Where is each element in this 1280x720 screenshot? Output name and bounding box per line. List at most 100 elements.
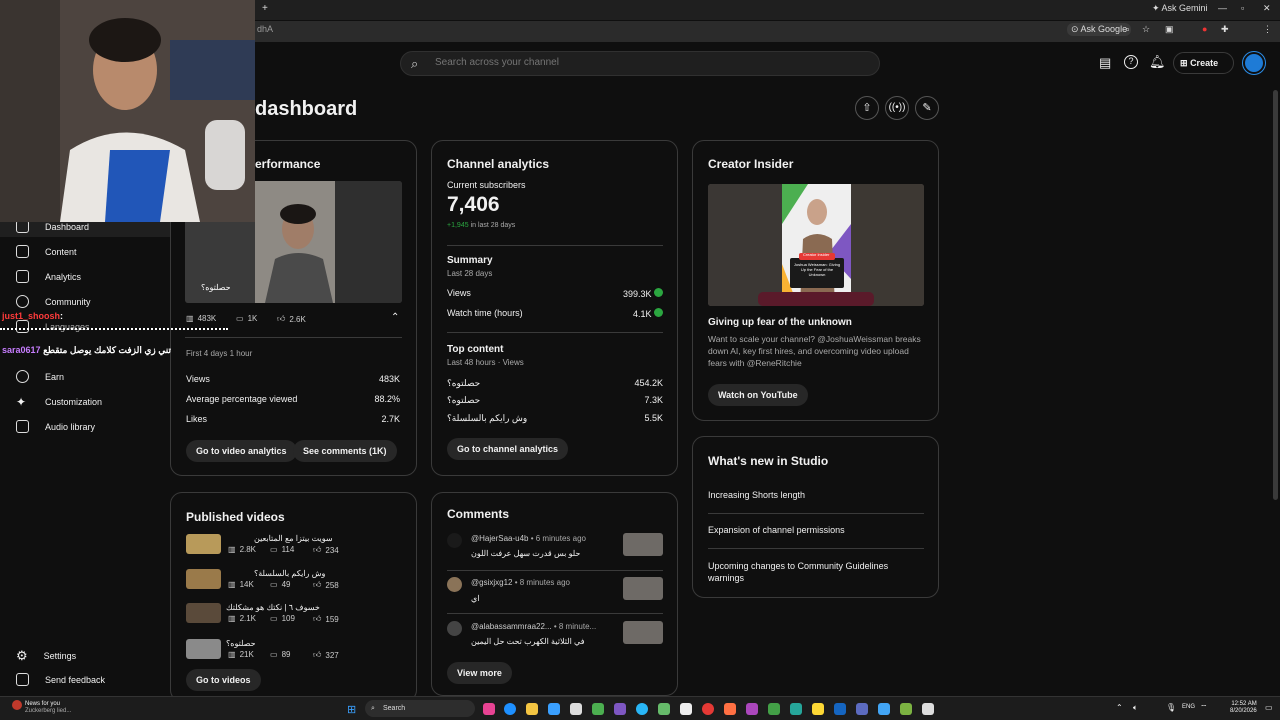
sidebar-item-community[interactable]: Community [16,295,91,308]
watch-on-youtube-button[interactable]: Watch on YouTube [708,384,808,406]
stat-value: 2.8K [239,545,257,554]
scrollbar-thumb[interactable] [1273,90,1278,500]
go-to-channel-analytics-button[interactable]: Go to channel analytics [447,438,569,460]
list-item[interactable]: @HajerSaa-u4b • 6 minutes ago حلو بس قدر… [447,533,663,563]
help-icon[interactable]: ? [1124,55,1138,69]
discord-icon[interactable] [856,703,868,715]
app-icon[interactable] [702,703,714,715]
minecraft-icon[interactable] [768,703,780,715]
view-more-button[interactable]: View more [447,662,512,684]
xbox-icon[interactable] [592,703,604,715]
clock[interactable]: 12:52 AM 8/20/2026 [1230,701,1257,715]
minimize-icon[interactable]: — [1218,3,1227,13]
create-post-icon[interactable]: ✎ [915,96,939,120]
windows-start-icon[interactable]: ⊞ [347,703,356,716]
extensions-puzzle-icon[interactable]: ✚ [1221,24,1229,35]
app-icon[interactable] [483,703,495,715]
obs-icon[interactable] [922,703,934,715]
ask-gemini-button[interactable]: ✦ Ask Gemini [1152,3,1208,14]
new-tab-button[interactable]: + [262,3,268,14]
video-thumbnail [623,533,663,556]
maximize-icon[interactable]: ▫ [1241,3,1244,13]
content-title: حصلتوه؟ [447,395,481,405]
app-icon[interactable] [900,703,912,715]
app-icon[interactable] [790,703,802,715]
edge-icon[interactable] [504,703,516,715]
comment-icon: ▭ [270,545,278,554]
news-widget[interactable]: News for you Zuckerberg lied... [25,701,71,715]
sidebar-item-earn[interactable]: Earn [16,370,64,383]
whats-new-item[interactable]: Upcoming changes to Community Guidelines… [708,560,908,584]
whats-new-item[interactable]: Increasing Shorts length [708,490,805,500]
go-to-videos-button[interactable]: Go to videos [186,669,261,691]
top-content-row[interactable]: حصلتوه؟ 454.2K [447,378,663,389]
zoom-icon[interactable]: ⌕ [1125,24,1130,35]
search-input[interactable] [435,57,865,68]
app-icon[interactable] [548,703,560,715]
sidebar-item-content[interactable]: Content [16,245,77,258]
microphone-icon[interactable]: 🎙︎ [1166,703,1176,712]
top-content-row[interactable]: وش رايكم بالسلسلة؟ 5.5K [447,413,663,424]
bar-chart-icon: ▥ [186,314,194,323]
tray-chevron-icon[interactable]: ⌃ [1116,703,1123,712]
go-live-icon[interactable]: ((•)) [885,96,909,120]
search-box[interactable]: ⌕ [400,51,880,76]
video-title: وش رايكم بالسلسلة؟ [254,569,326,578]
app-icon[interactable] [570,703,582,715]
search-icon: ⌕ [411,56,419,71]
app-icon[interactable] [812,703,824,715]
app-icon[interactable] [746,703,758,715]
app-icon[interactable] [878,703,890,715]
sidebar-item-customization[interactable]: ✦ Customization [16,395,102,409]
sidebar-settings[interactable]: ⚙ Settings [16,648,76,664]
notification-center-icon[interactable]: ▭ [1265,703,1273,712]
sidebar-item-analytics[interactable]: Analytics [16,270,81,283]
wifi-icon[interactable]: ⌔ [1200,703,1208,713]
channel-analytics-card: Channel analytics Current subscribers 7,… [431,140,678,476]
create-button[interactable]: ⊞ Create [1173,52,1234,74]
comment-time: • 8 minute... [553,622,597,631]
app-icon[interactable] [614,703,626,715]
sidebar-send-feedback[interactable]: Send feedback [16,673,105,686]
browser-menu-icon[interactable]: ⋮ [1263,24,1272,35]
list-item[interactable]: سويت بيتزا مع المتابعين ▥ 2.8K ▭ 114 👍︎ 234 [186,534,406,556]
sidebar-item-audio-library[interactable]: Audio library [16,420,95,433]
video-thumbnail[interactable]: Creator Insider Joshua Weissman: Giving … [708,184,924,306]
comment-user: @alabassammraa22... [471,622,552,631]
file-explorer-icon[interactable] [526,703,538,715]
chatgpt-icon[interactable] [658,703,670,715]
avatar[interactable] [1243,52,1265,74]
list-item[interactable]: @alabassammraa22... • 8 minute... في الث… [447,621,663,651]
address-bar[interactable]: dhA ⊙ Ask Google ⌕ ☆ ▣ ● ✚ ⋮ [255,21,1280,42]
top-content-row[interactable]: حصلتوه؟ 7.3K [447,395,663,406]
app-icon[interactable] [680,703,692,715]
go-to-video-analytics-button[interactable]: Go to video analytics [186,440,297,462]
taskbar-search[interactable]: ⌕ Search [365,700,475,717]
comment-time: • 8 minutes ago [514,578,570,587]
record-extension-icon[interactable]: ● [1202,24,1207,34]
extension-icon[interactable]: ▣ [1165,24,1174,35]
chat-message: تني زي الزفت كلامك يوصل متقطع [43,345,171,355]
upload-icon[interactable]: ⇧ [855,96,879,120]
captions-icon[interactable]: ▤ [1099,55,1111,71]
card-title: Comments [447,507,510,521]
ask-google-chip[interactable]: ⊙ Ask Google [1067,23,1132,36]
list-item[interactable]: @gsixjxg12 • 8 minutes ago اي [447,577,663,607]
ask-gemini-label: Ask Gemini [1161,3,1208,13]
steam-icon[interactable] [834,703,846,715]
volume-icon[interactable]: 🔈︎ [1133,703,1138,713]
bookmark-star-icon[interactable]: ☆ [1142,24,1150,35]
comment-icon: ▭ [270,580,278,589]
close-icon[interactable]: ✕ [1263,3,1271,14]
language-indicator[interactable]: ENG [1182,704,1195,710]
chevron-up-icon[interactable]: ⌃ [391,312,399,323]
list-item[interactable]: وش رايكم بالسلسلة؟ ▥ 14K ▭ 49 👍︎ 258 [186,569,406,591]
whats-new-item[interactable]: Expansion of channel permissions [708,525,845,535]
list-item[interactable]: حصلتوه؟ ▥ 21K ▭ 89 👍︎ 327 [186,639,406,661]
list-item[interactable]: خسوف ٦ | نكتك هو مشكلتك ▥ 2.1K ▭ 109 👍︎ 159 [186,603,406,625]
see-comments-button[interactable]: See comments (1K) [293,440,397,462]
telegram-icon[interactable] [636,703,648,715]
brave-icon[interactable] [724,703,736,715]
notifications-bell-icon[interactable]: 🔔︎ [1149,54,1166,70]
chat-separator [0,328,228,333]
